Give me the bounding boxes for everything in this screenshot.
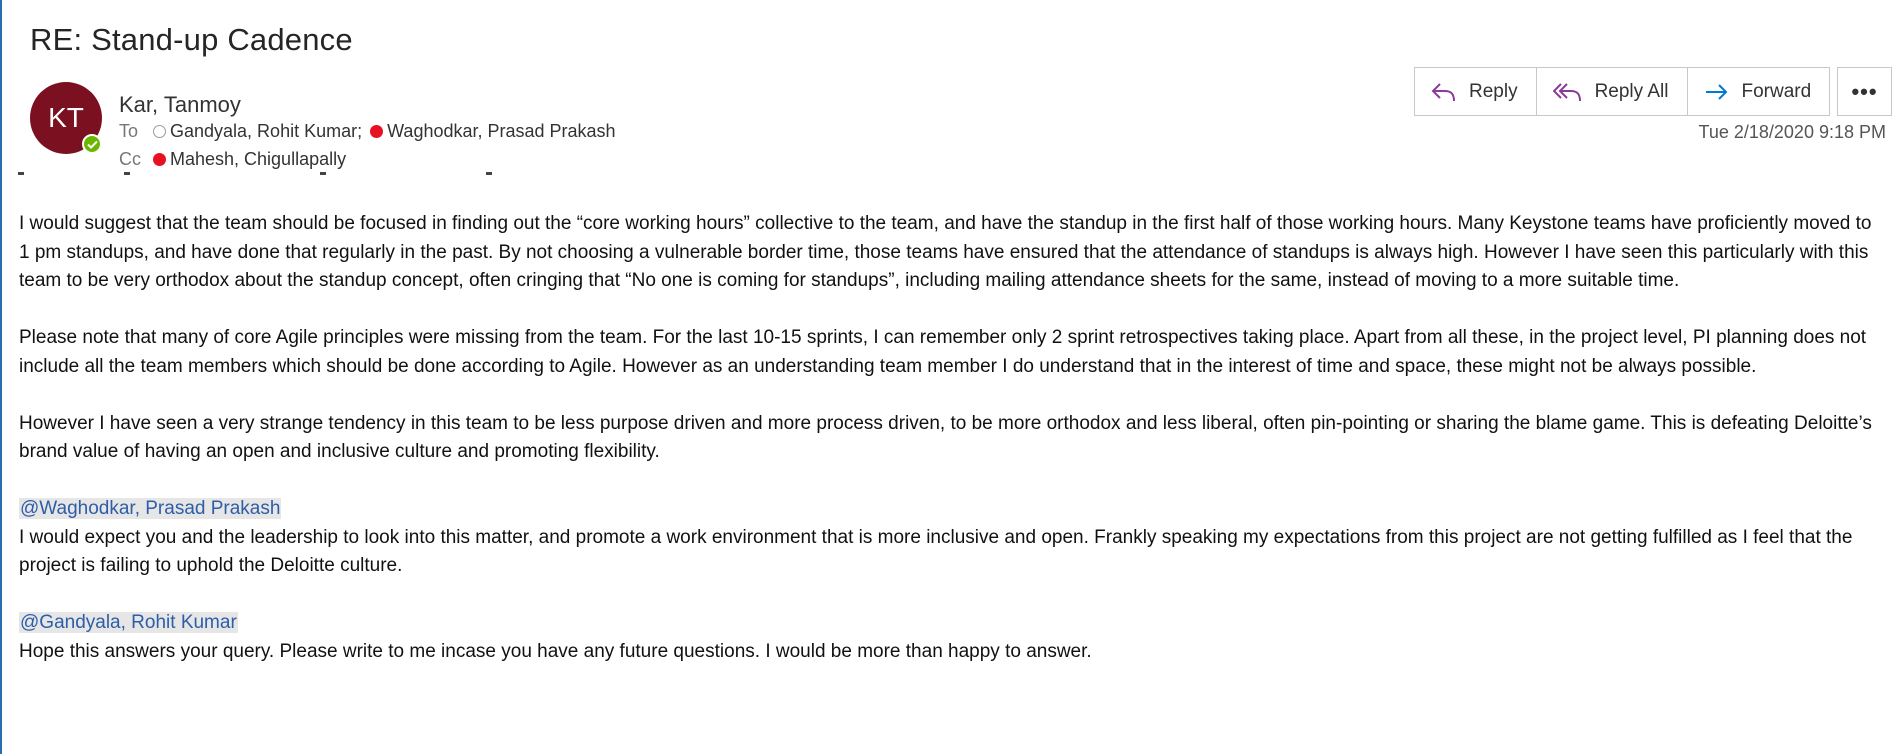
reply-all-icon (1552, 82, 1581, 101)
to-label: To (119, 121, 139, 141)
reply-button[interactable]: Reply (1415, 68, 1537, 115)
recipient-separator: ; (357, 121, 363, 141)
mention-gandyala[interactable]: @Gandyala, Rohit Kumar (19, 612, 238, 633)
mention-waghodkar[interactable]: @Waghodkar, Prasad Prakash (19, 498, 282, 519)
presence-busy-icon (153, 153, 166, 166)
sender-name[interactable]: Kar, Tanmoy (119, 92, 241, 118)
to-line: To Gandyala, Rohit Kumar; Waghodkar, Pra… (119, 121, 616, 142)
presence-offline-icon (153, 125, 166, 138)
avatar-initials: KT (48, 102, 84, 133)
presence-busy-icon (370, 125, 384, 138)
body-paragraph: However I have seen a very strange tende… (19, 412, 1872, 463)
cc-label: Cc (119, 149, 141, 169)
email-body: I would suggest that the team should be … (19, 210, 1879, 695)
recipient-name: Waghodkar, Prasad Prakash (387, 121, 616, 141)
body-paragraph: Hope this answers your query. Please wri… (19, 640, 1092, 662)
body-paragraph: I would expect you and the leadership to… (19, 526, 1853, 577)
presence-available-icon (82, 134, 102, 154)
reply-all-button[interactable]: Reply All (1537, 68, 1688, 115)
forward-icon (1705, 83, 1727, 100)
message-actions: Reply Reply All Forward (1414, 67, 1831, 116)
email-subject: RE: Stand-up Cadence (30, 22, 353, 57)
cc-line: Cc Mahesh, Chigullapally (119, 149, 346, 170)
recipient-cc-1[interactable]: Mahesh, Chigullapally (153, 149, 346, 170)
forward-button[interactable]: Forward (1688, 68, 1830, 115)
sent-timestamp: Tue 2/18/2020 9:18 PM (1698, 122, 1886, 142)
recipient-name: Gandyala, Rohit Kumar (170, 121, 358, 141)
forward-label: Forward (1741, 80, 1812, 102)
recipient-to-2[interactable]: Waghodkar, Prasad Prakash (370, 121, 616, 142)
reply-icon (1431, 82, 1455, 101)
mention-line: @Gandyala, Rohit Kumar (19, 609, 1879, 638)
mention-line: @Waghodkar, Prasad Prakash (19, 495, 1879, 524)
clipped-text-line (18, 172, 578, 180)
more-options-icon: ••• (1851, 78, 1878, 104)
body-paragraph: Please note that many of core Agile prin… (19, 327, 1867, 377)
more-options-button[interactable]: ••• (1837, 67, 1892, 116)
recipient-to-1[interactable]: Gandyala, Rohit Kumar; (153, 121, 370, 142)
recipient-name: Mahesh, Chigullapally (170, 149, 347, 169)
reply-label: Reply (1469, 80, 1518, 102)
body-paragraph: I would suggest that the team should be … (19, 213, 1872, 291)
reply-all-label: Reply All (1594, 80, 1669, 102)
